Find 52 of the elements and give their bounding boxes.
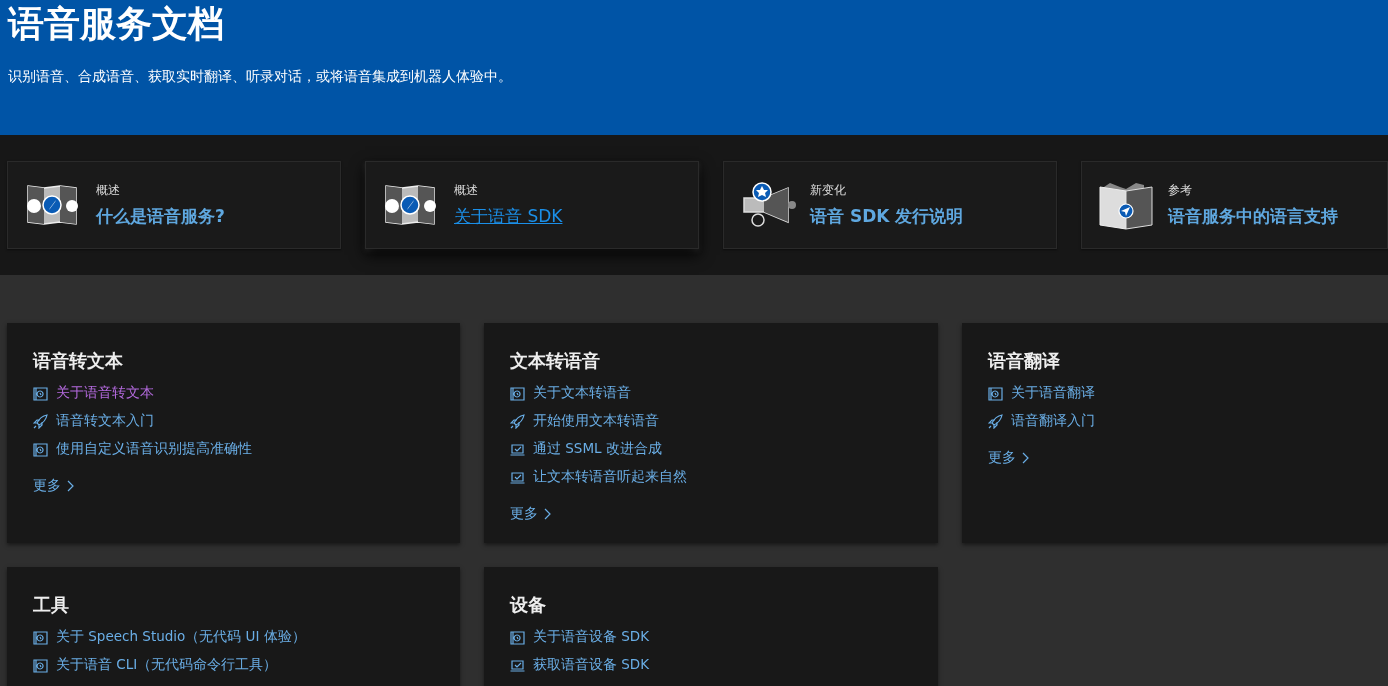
- more-link[interactable]: 更多: [33, 477, 74, 495]
- section-title: 语音翻译: [988, 349, 1061, 373]
- section-link[interactable]: 获取语音设备 SDK: [533, 656, 650, 674]
- section-link[interactable]: 关于语音 CLI（无代码命令行工具）: [56, 656, 278, 674]
- card-title: 关于语音 SDK: [454, 205, 563, 228]
- highlight-card[interactable]: 概述 什么是语音服务?: [7, 161, 341, 249]
- megaphone-icon: [740, 180, 796, 230]
- document-icon: [33, 657, 48, 673]
- document-icon: [33, 629, 48, 645]
- section-link[interactable]: 关于语音转文本: [56, 384, 154, 402]
- chevron-right-icon: [67, 480, 74, 492]
- rocket-icon: [510, 413, 525, 429]
- section-title: 工具: [33, 593, 70, 617]
- page-subtitle: 识别语音、合成语音、获取实时翻译、听录对话，或将语音集成到机器人体验中。: [8, 68, 513, 86]
- document-icon: [33, 441, 48, 457]
- rocket-icon: [33, 413, 48, 429]
- section-link[interactable]: 关于语音设备 SDK: [533, 628, 650, 646]
- document-icon: [988, 385, 1003, 401]
- chevron-right-icon: [544, 508, 551, 520]
- section-title: 设备: [510, 593, 547, 617]
- card-eyebrow: 参考: [1168, 182, 1193, 199]
- section-title: 语音转文本: [33, 349, 124, 373]
- section-link[interactable]: 开始使用文本转语音: [533, 412, 659, 430]
- section-link[interactable]: 让文本转语音听起来自然: [533, 468, 687, 486]
- card-eyebrow: 概述: [454, 182, 479, 199]
- card-title: 语音服务中的语言支持: [1168, 205, 1338, 228]
- section-link[interactable]: 关于文本转语音: [533, 384, 631, 402]
- section-link[interactable]: 语音转文本入门: [56, 412, 154, 430]
- highlight-card[interactable]: 概述 关于语音 SDK: [365, 161, 699, 249]
- document-icon: [510, 385, 525, 401]
- card-title: 语音 SDK 发行说明: [810, 205, 964, 228]
- section-title: 文本转语音: [510, 349, 601, 373]
- chevron-right-icon: [1022, 452, 1029, 464]
- laptop-check-icon: [510, 657, 525, 673]
- section-link[interactable]: 通过 SSML 改进合成: [533, 440, 662, 458]
- page-title: 语音服务文档: [8, 2, 225, 46]
- document-icon: [33, 385, 48, 401]
- highlight-card[interactable]: 新变化 语音 SDK 发行说明: [723, 161, 1057, 249]
- section-link[interactable]: 关于 Speech Studio（无代码 UI 体验）: [56, 628, 306, 646]
- card-eyebrow: 新变化: [810, 182, 847, 199]
- section-link[interactable]: 使用自定义语音识别提高准确性: [56, 440, 252, 458]
- laptop-check-icon: [510, 469, 525, 485]
- section-link[interactable]: 语音翻译入门: [1011, 412, 1095, 430]
- laptop-check-icon: [510, 441, 525, 457]
- section-link[interactable]: 关于语音翻译: [1011, 384, 1095, 402]
- card-title: 什么是语音服务?: [96, 205, 225, 228]
- rocket-icon: [988, 413, 1003, 429]
- more-link[interactable]: 更多: [510, 505, 551, 523]
- highlight-card[interactable]: 参考 语音服务中的语言支持: [1081, 161, 1388, 249]
- document-icon: [510, 629, 525, 645]
- card-eyebrow: 概述: [96, 182, 121, 199]
- more-link[interactable]: 更多: [988, 449, 1029, 467]
